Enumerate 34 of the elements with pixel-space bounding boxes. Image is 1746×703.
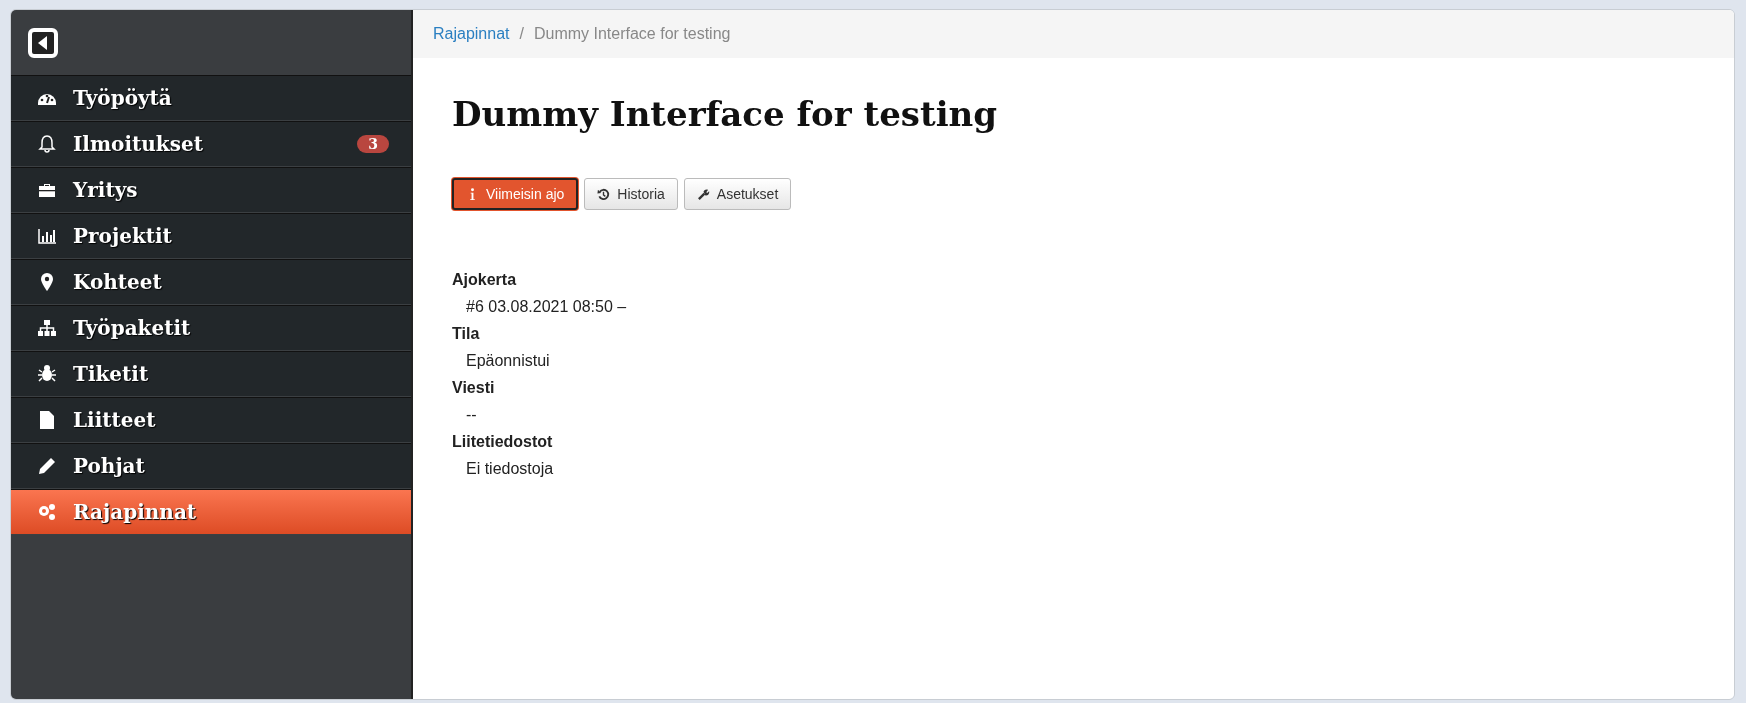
detail-label: Liitetiedostot — [452, 432, 554, 452]
detail-label: Viesti — [452, 378, 496, 398]
collapse-sidebar-icon[interactable] — [28, 27, 58, 58]
sitemap-icon — [37, 318, 57, 338]
notification-count-badge: 3 — [357, 135, 389, 153]
sidebar-item[interactable]: Kohteet — [11, 259, 411, 305]
bug-icon — [37, 364, 57, 384]
bell-icon — [37, 134, 57, 154]
history-icon — [597, 187, 611, 201]
detail-value: Ei tiedostoja — [466, 459, 555, 479]
breadcrumb-link[interactable]: Rajapinnat — [433, 25, 510, 43]
sidebar-item[interactable]: Työpaketit — [11, 305, 411, 351]
breadcrumb-separator: / — [519, 25, 524, 43]
pencil-icon — [37, 456, 57, 476]
chart-icon — [37, 226, 57, 246]
tab[interactable]: Viimeisin ajo — [452, 178, 579, 210]
sidebar-item[interactable]: Pohjat — [11, 443, 411, 489]
tab[interactable]: Historia — [584, 178, 678, 210]
wrench-icon — [696, 187, 710, 201]
sidebar-item[interactable]: Projektit — [11, 213, 411, 259]
sidebar-item[interactable]: Tiketit — [11, 351, 411, 397]
tab[interactable]: Asetukset — [683, 178, 792, 210]
detail-value: Epäonnistui — [466, 351, 551, 371]
sidebar-item[interactable]: Yritys — [11, 167, 411, 213]
sidebar-item[interactable]: Työpöytä — [11, 75, 411, 121]
page-title: Dummy Interface for testing — [452, 94, 999, 134]
detail-label: Tila — [452, 324, 481, 344]
file-icon — [37, 410, 57, 430]
sidebar-item[interactable]: Ilmoitukset 3 — [11, 121, 411, 167]
detail-value: -- — [466, 405, 478, 425]
detail-label: Ajokerta — [452, 270, 518, 290]
breadcrumb-current: Dummy Interface for testing — [533, 25, 731, 43]
detail-value: #6 03.08.2021 08:50 – — [466, 297, 628, 317]
sidebar-item[interactable]: Liitteet — [11, 397, 411, 443]
